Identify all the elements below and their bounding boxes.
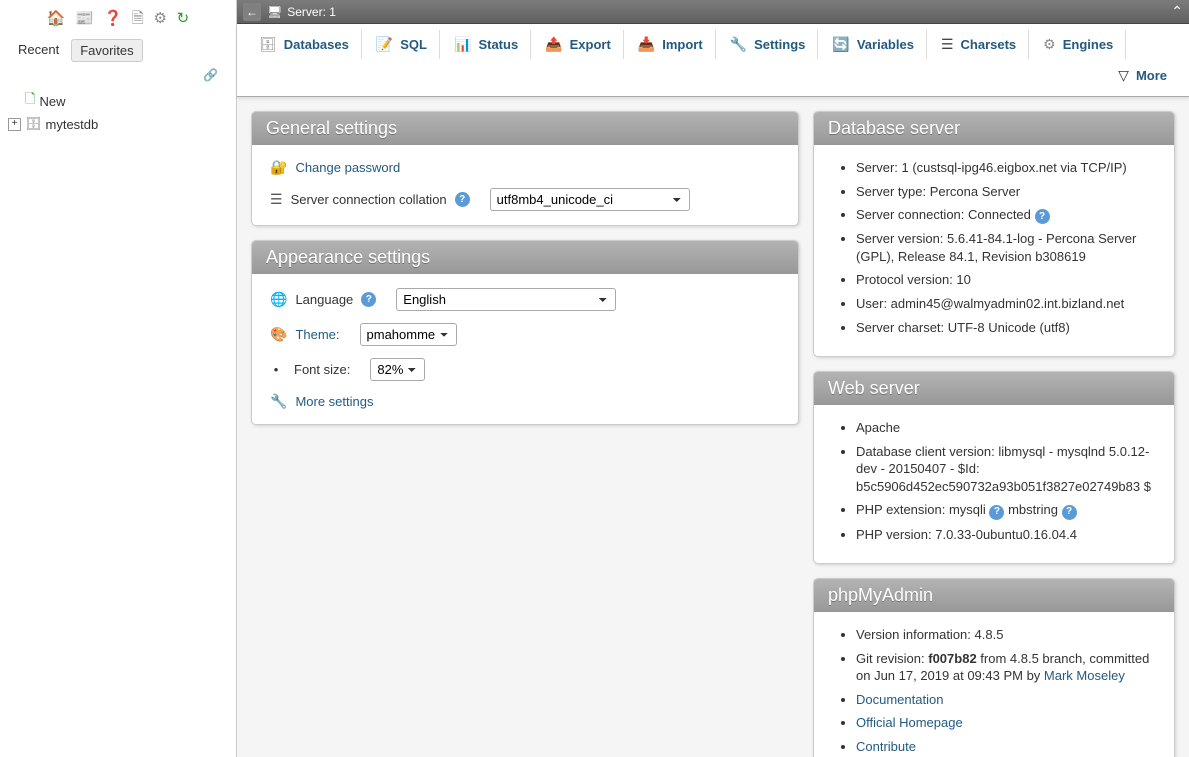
tab-import[interactable]: 📥Import <box>626 30 716 59</box>
info-php-ext: PHP extension: mysqli ? mbstring ? <box>856 501 1156 519</box>
breadcrumb-bar: ← 🖥 Server: 1 ⌃ <box>237 0 1189 24</box>
theme-icon: 🎨 <box>270 326 287 343</box>
tree-new-label: New <box>39 94 65 109</box>
info-apache: Apache <box>856 419 1156 437</box>
info-server-type: Server type: Percona Server <box>856 183 1156 201</box>
more-settings-link[interactable]: More settings <box>295 394 373 409</box>
info-version: Server version: 5.6.41-84.1-log - Percon… <box>856 230 1156 265</box>
appearance-settings-title: Appearance settings <box>252 241 798 274</box>
tab-charsets[interactable]: ☰Charsets <box>929 30 1029 59</box>
content-area: General settings 🔐 Change password ☰ Ser… <box>237 97 1189 757</box>
help-icon[interactable]: ? <box>455 192 470 207</box>
collation-icon: ☰ <box>270 191 283 208</box>
theme-select[interactable]: pmahomme <box>360 323 457 346</box>
charsets-icon: ☰ <box>941 36 954 53</box>
export-icon: 📤 <box>545 36 562 53</box>
info-version: Version information: 4.8.5 <box>856 626 1156 644</box>
database-server-panel: Database server Server: 1 (custsql-ipg46… <box>813 111 1175 357</box>
variables-icon: 🔄 <box>832 36 849 53</box>
server-breadcrumb[interactable]: Server: 1 <box>287 5 336 19</box>
help-icon[interactable]: ? <box>989 505 1004 520</box>
collation-label: Server connection collation <box>291 192 447 207</box>
database-icon: 🗄 <box>25 116 42 132</box>
general-settings-title: General settings <box>252 112 798 145</box>
tab-sql[interactable]: 📝SQL <box>364 30 440 59</box>
info-server: Server: 1 (custsql-ipg46.eigbox.net via … <box>856 159 1156 177</box>
sql-icon[interactable]: 🗎 <box>132 8 144 33</box>
navigation-panel: 🏠 📰 ❓ 🗎 ⚙ ↻ Recent Favorites 🔗 🗋 New + 🗄… <box>0 0 237 757</box>
expand-icon[interactable]: + <box>8 118 21 131</box>
change-password-link[interactable]: Change password <box>295 160 400 175</box>
phpmyadmin-title: phpMyAdmin <box>814 579 1174 612</box>
tab-export[interactable]: 📤Export <box>533 30 624 59</box>
phpmyadmin-panel: phpMyAdmin Version information: 4.8.5 Gi… <box>813 578 1175 757</box>
info-charset: Server charset: UTF-8 Unicode (utf8) <box>856 319 1156 337</box>
main-panel: ← 🖥 Server: 1 ⌃ 🗄Databases 📝SQL 📊Status … <box>237 0 1189 757</box>
collapse-up-icon[interactable]: ⌃ <box>1171 3 1183 20</box>
wrench-small-icon: 🔧 <box>270 393 287 410</box>
sidebar-toolbar: 🏠 📰 ❓ 🗎 ⚙ ↻ <box>0 0 236 37</box>
back-arrow-icon[interactable]: ← <box>243 3 261 21</box>
contribute-link[interactable]: Contribute <box>856 739 916 754</box>
tab-favorites[interactable]: Favorites <box>71 39 142 62</box>
info-php-version: PHP version: 7.0.33-0ubuntu0.16.04.4 <box>856 526 1156 544</box>
info-protocol: Protocol version: 10 <box>856 271 1156 289</box>
lock-icon: 🔐 <box>270 159 287 176</box>
help-icon[interactable]: ? <box>1035 209 1050 224</box>
info-client: Database client version: libmysql - mysq… <box>856 443 1156 496</box>
tab-status[interactable]: 📊Status <box>442 30 531 59</box>
home-icon[interactable]: 🏠 <box>47 9 66 27</box>
tree-new[interactable]: 🗋 New <box>8 88 228 114</box>
import-icon: 📥 <box>638 36 655 53</box>
database-server-title: Database server <box>814 112 1174 145</box>
chevron-down-icon: ▽ <box>1118 67 1129 84</box>
fontsize-label: Font size: <box>294 362 350 377</box>
web-server-panel: Web server Apache Database client versio… <box>813 371 1175 564</box>
tab-databases[interactable]: 🗄Databases <box>247 30 362 59</box>
info-connection: Server connection: Connected ? <box>856 206 1156 224</box>
homepage-link[interactable]: Official Homepage <box>856 715 963 730</box>
collation-select[interactable]: utf8mb4_unicode_ci <box>490 188 690 211</box>
tab-recent[interactable]: Recent <box>10 39 67 62</box>
docs-icon[interactable]: ❓ <box>103 9 122 27</box>
fontsize-select[interactable]: 82% <box>370 358 425 381</box>
settings-gear-icon[interactable]: ⚙ <box>153 9 166 27</box>
server-icon: 🖥 <box>267 5 282 19</box>
new-db-icon: 🗋 <box>25 90 35 112</box>
language-label: Language <box>295 292 353 307</box>
web-server-title: Web server <box>814 372 1174 405</box>
help-icon[interactable]: ? <box>1062 505 1077 520</box>
tab-variables[interactable]: 🔄Variables <box>820 30 927 59</box>
wrench-icon: 🔧 <box>730 36 747 53</box>
tree-mytestdb[interactable]: + 🗄 mytestdb <box>8 114 228 134</box>
sidebar-tabs: Recent Favorites <box>0 37 236 66</box>
tab-more[interactable]: ▽More <box>1106 61 1179 90</box>
info-git: Git revision: f007b82 from 4.8.5 branch,… <box>856 650 1156 685</box>
git-author-link[interactable]: Mark Moseley <box>1044 668 1125 683</box>
language-select[interactable]: English <box>396 288 616 311</box>
general-settings-panel: General settings 🔐 Change password ☰ Ser… <box>251 111 799 226</box>
theme-label[interactable]: Theme: <box>295 327 339 342</box>
databases-icon: 🗄 <box>259 36 277 53</box>
reload-icon[interactable]: ↻ <box>177 9 190 27</box>
tab-engines[interactable]: ⚙Engines <box>1031 30 1126 59</box>
tab-settings[interactable]: 🔧Settings <box>718 30 819 59</box>
link-icon[interactable]: 🔗 <box>0 66 236 84</box>
top-tabs: 🗄Databases 📝SQL 📊Status 📤Export 📥Import … <box>237 24 1189 97</box>
status-icon: 📊 <box>454 36 471 53</box>
documentation-link[interactable]: Documentation <box>856 692 943 707</box>
sql-tab-icon: 📝 <box>376 36 393 53</box>
appearance-settings-panel: Appearance settings 🌐 Language ? English… <box>251 240 799 425</box>
language-icon: 🌐 <box>270 291 287 308</box>
help-icon[interactable]: ? <box>361 292 376 307</box>
logout-icon[interactable]: 📰 <box>75 9 94 27</box>
engines-icon: ⚙ <box>1043 36 1056 53</box>
info-user: User: admin45@walmyadmin02.int.bizland.n… <box>856 295 1156 313</box>
database-tree: 🗋 New + 🗄 mytestdb <box>0 84 236 757</box>
tree-db-label: mytestdb <box>46 117 99 132</box>
bullet-icon <box>270 362 286 377</box>
